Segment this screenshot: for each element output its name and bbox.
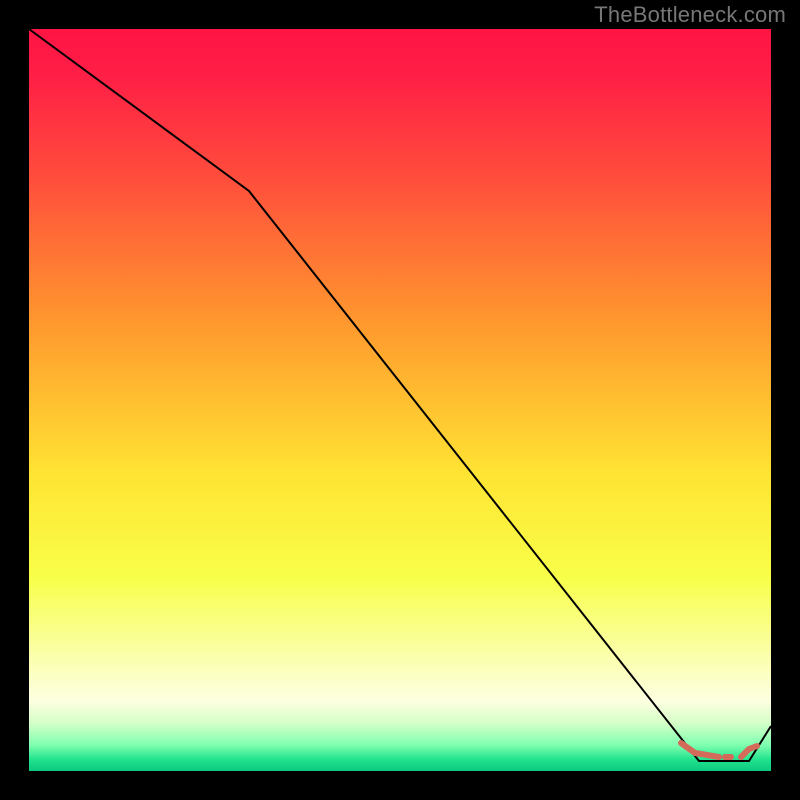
plot-area [29,29,771,771]
chart-svg [29,29,771,771]
watermark-text: TheBottleneck.com [594,2,786,28]
chart-frame: TheBottleneck.com [0,0,800,800]
bottleneck-curve [29,29,771,761]
trough-dashes [681,743,757,757]
